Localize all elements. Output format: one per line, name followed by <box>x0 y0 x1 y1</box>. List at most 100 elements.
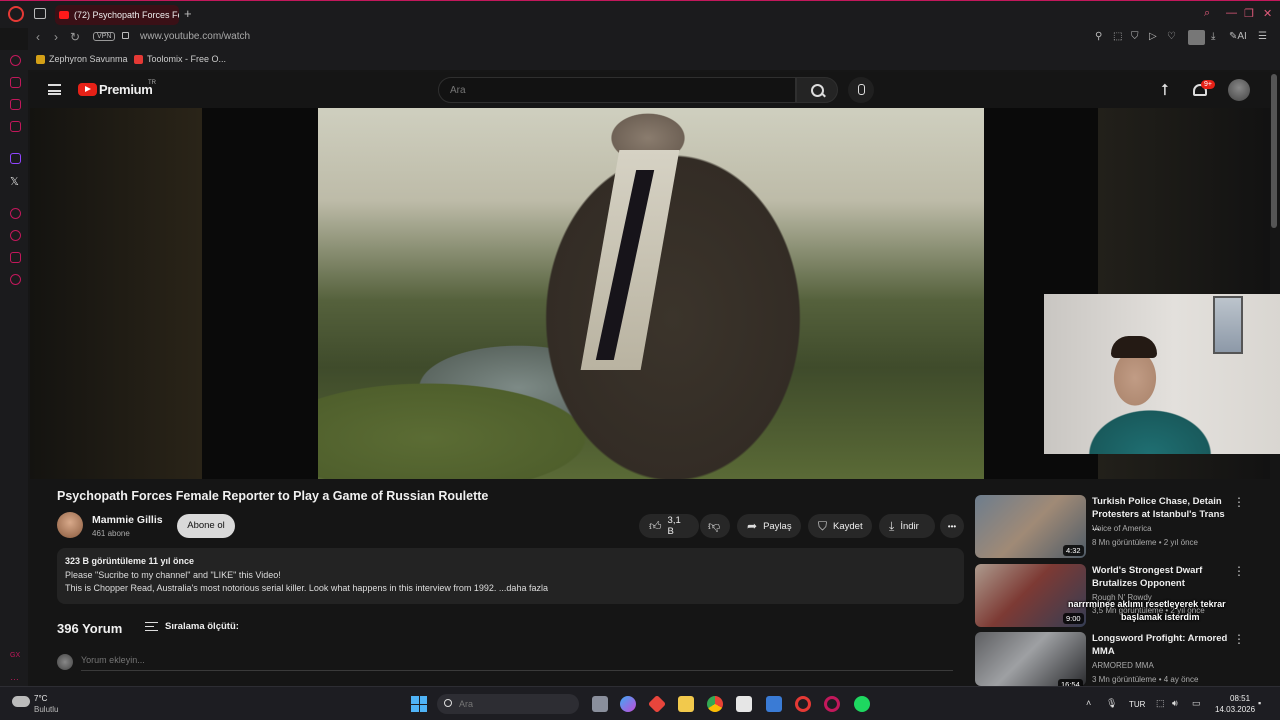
weather-temp[interactable]: 7°C <box>34 694 47 703</box>
language-indicator[interactable]: TUR <box>1129 700 1145 709</box>
more-actions-button[interactable]: ••• <box>940 514 964 538</box>
vpn-badge[interactable]: VPN <box>93 32 116 41</box>
battery-icon[interactable]: ▭ <box>1192 698 1201 709</box>
description-line[interactable]: This is Chopper Read, Australia's most n… <box>65 583 548 593</box>
sidebar-twitch-icon[interactable] <box>10 153 21 164</box>
reload-button[interactable]: ↻ <box>70 30 80 44</box>
channel-name[interactable]: Mammie Gillis <box>92 514 163 526</box>
rec-more-icon[interactable]: ⋮ <box>1233 564 1245 578</box>
sidebar-extensions-icon[interactable] <box>10 252 21 263</box>
sidebar-player-icon[interactable] <box>10 208 21 219</box>
opera-logo-icon[interactable] <box>8 6 24 22</box>
new-tab-button[interactable]: + <box>184 6 192 21</box>
tab-manager-icon[interactable] <box>34 8 46 19</box>
sort-button[interactable]: Sıralama ölçütü: <box>165 621 239 632</box>
search-tabs-icon[interactable]: ⌕ <box>1204 7 1210 20</box>
network-icon[interactable]: ⬚ <box>1156 698 1165 709</box>
rec-channel[interactable]: ARMORED MMA <box>1092 661 1154 670</box>
sidebar-gx-icon[interactable]: GX <box>10 652 20 659</box>
youtube-logo-icon[interactable] <box>78 83 97 96</box>
sort-icon[interactable] <box>145 622 158 631</box>
sidebar-settings-icon[interactable] <box>10 274 21 285</box>
rec-thumbnail[interactable] <box>975 632 1086 686</box>
task-view-icon[interactable] <box>592 696 608 712</box>
sidebar-mail-icon[interactable] <box>10 121 21 132</box>
shield-icon[interactable]: ⛉ <box>1131 31 1139 42</box>
snapshot-icon[interactable]: ⬚ <box>1113 31 1122 42</box>
rec-duration: 4:32 <box>1063 545 1084 556</box>
rec-title[interactable]: World's Strongest Dwarf Brutalizes Oppon… <box>1092 564 1232 590</box>
taskbar-search-input[interactable] <box>437 694 579 714</box>
rec-more-icon[interactable]: ⋮ <box>1233 632 1245 646</box>
player-icon[interactable]: ▷ <box>1149 31 1157 42</box>
search-input[interactable] <box>438 77 796 103</box>
heart-icon[interactable]: ♡ <box>1167 31 1176 42</box>
pin-icon[interactable]: ⚲ <box>1095 31 1102 42</box>
thumbs-up-icon: 👍︎ <box>649 518 662 533</box>
description-line: Please "Sucribe to my channel" and "LIKE… <box>65 570 281 580</box>
rec-more-icon[interactable]: ⋮ <box>1233 495 1245 509</box>
bookmark-label: Toolomix - Free O... <box>147 54 227 64</box>
youtube-brand[interactable]: Premium <box>99 82 153 97</box>
sidebar-x-icon[interactable]: 𝕏 <box>10 175 19 188</box>
download-button[interactable]: ⤓ İndir <box>879 514 935 538</box>
aria-icon[interactable]: ✎AI <box>1229 31 1247 42</box>
comment-input[interactable] <box>81 655 381 665</box>
channel-avatar[interactable] <box>57 512 83 538</box>
tray-overflow-icon[interactable]: ˄ <box>1086 698 1091 708</box>
spotify-icon[interactable] <box>854 696 870 712</box>
microphone-icon[interactable] <box>848 77 874 103</box>
menu-icon[interactable] <box>48 84 61 95</box>
comment-avatar <box>57 654 73 670</box>
rec-channel[interactable]: Voice of America <box>1092 524 1152 533</box>
notification-center-icon[interactable]: ▪ <box>1258 698 1261 708</box>
forward-button[interactable]: › <box>54 30 58 44</box>
url-field[interactable]: www.youtube.com/watch <box>140 31 250 42</box>
sidebar-speed-dial-icon[interactable] <box>10 55 21 66</box>
cloud-icon[interactable] <box>12 696 30 707</box>
windows-start-icon[interactable] <box>411 696 427 712</box>
minimize-button[interactable]: — <box>1226 7 1237 19</box>
share-button[interactable]: ➦ Paylaş <box>737 514 801 538</box>
sidebar-messenger-icon[interactable] <box>10 99 21 110</box>
bookmark-item[interactable]: Toolomix - Free O... <box>134 54 226 64</box>
share-icon: ➦ <box>747 519 758 533</box>
save-button[interactable]: ⛉ Kaydet <box>808 514 872 538</box>
notification-badge: 9+ <box>1201 80 1215 89</box>
back-button[interactable]: ‹ <box>36 30 40 44</box>
mail-icon[interactable] <box>766 696 782 712</box>
file-explorer-icon[interactable] <box>678 696 694 712</box>
clock-time[interactable]: 08:51 <box>1230 694 1250 703</box>
subscribe-button[interactable]: Abone ol <box>177 514 235 538</box>
weather-desc[interactable]: Bulutlu <box>34 705 58 714</box>
opera-icon[interactable] <box>795 696 811 712</box>
sidebar-more-icon[interactable]: … <box>10 672 19 682</box>
lock-icon[interactable] <box>122 32 129 39</box>
search-icon[interactable] <box>796 77 838 103</box>
easy-setup-icon[interactable]: ☰ <box>1258 31 1267 42</box>
avatar[interactable] <box>1228 79 1250 101</box>
profile-icon[interactable] <box>1188 30 1205 45</box>
bookmark-item[interactable]: Zephyron Savunma <box>36 54 128 64</box>
upload-icon[interactable]: ⭡ <box>1161 82 1169 100</box>
maximize-button[interactable]: ❐ <box>1244 7 1254 20</box>
bookmark-icon: ⛉ <box>818 518 828 533</box>
rec-title[interactable]: Longsword Profight: Armored MMA <box>1092 632 1232 658</box>
volume-icon[interactable]: 🔊︎ <box>1172 698 1178 709</box>
copilot-icon[interactable] <box>620 696 636 712</box>
scrollbar[interactable] <box>1271 74 1277 228</box>
chrome-icon[interactable] <box>707 696 723 712</box>
dislike-button[interactable]: 👎︎ <box>700 514 730 538</box>
sidebar-history-icon[interactable] <box>10 230 21 241</box>
download-icon[interactable]: ⤓ <box>1211 31 1215 42</box>
close-window-button[interactable]: ✕ <box>1263 7 1272 20</box>
opera-gx-icon[interactable] <box>824 696 840 712</box>
sidebar-shopping-icon[interactable] <box>10 77 21 88</box>
like-button[interactable]: 👍︎ 3,1 B <box>639 514 699 538</box>
bookmark-label: Zephyron Savunma <box>49 54 128 64</box>
browser-titlebar <box>0 0 1280 28</box>
clock-date[interactable]: 14.03.2026 <box>1215 705 1255 714</box>
microphone-icon[interactable]: 🎙︎ <box>1106 698 1117 709</box>
browser-tab-active[interactable]: (72) Psychopath Forces Fe <box>55 5 179 25</box>
store-icon[interactable] <box>736 696 752 712</box>
